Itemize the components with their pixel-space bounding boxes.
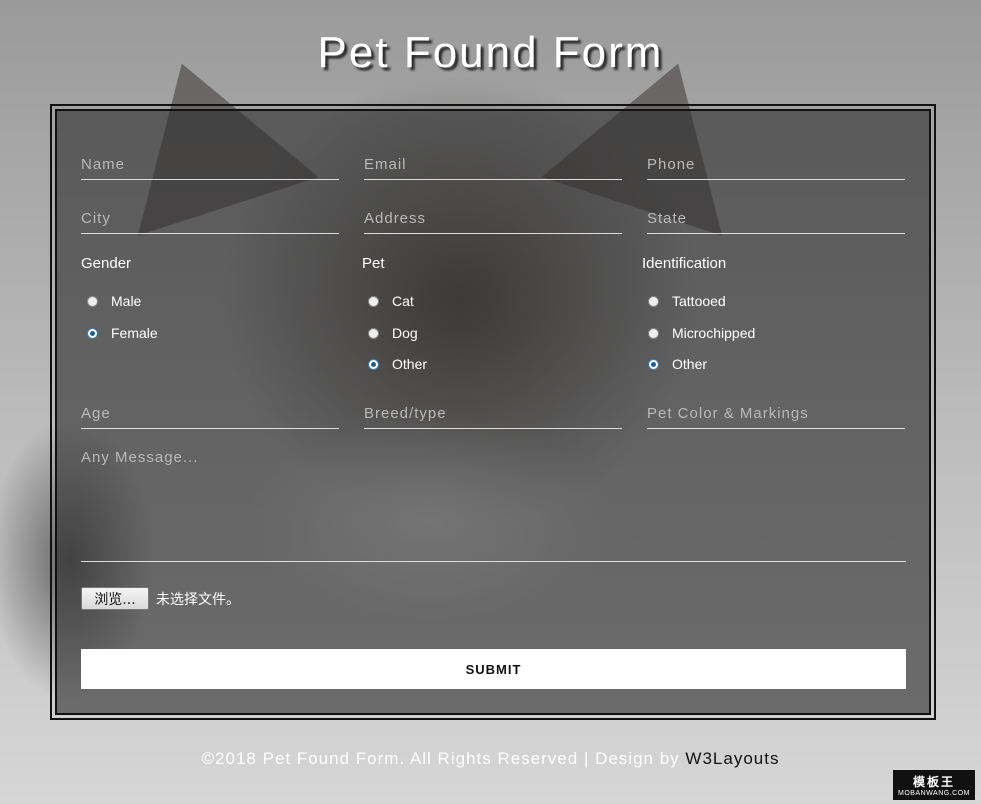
radio-label: Microchipped	[672, 325, 756, 341]
radio-label: Cat	[392, 293, 414, 309]
file-upload: 浏览... 未选择文件。	[81, 587, 240, 610]
color-field-wrap	[647, 398, 905, 429]
footer-link-w3layouts[interactable]: W3Layouts	[685, 749, 779, 768]
footer: ©2018 Pet Found Form. All Rights Reserve…	[0, 749, 981, 769]
breed-input[interactable]	[364, 398, 622, 428]
gender-option-female[interactable]: Female	[87, 325, 158, 341]
submit-button[interactable]: SUBMIT	[81, 649, 906, 689]
city-field-wrap	[81, 203, 339, 234]
radio-label: Other	[672, 356, 708, 372]
identification-option-microchipped[interactable]: Microchipped	[648, 325, 755, 341]
radio-label: Female	[111, 325, 158, 341]
address-input[interactable]	[364, 203, 622, 233]
gender-option-male[interactable]: Male	[87, 293, 141, 309]
watermark-logo: 模板王 MOBANWANG.COM	[893, 770, 975, 800]
gender-label: Gender	[81, 255, 132, 272]
name-field-wrap	[81, 149, 339, 180]
identification-option-other[interactable]: Other	[648, 356, 707, 372]
radio-button[interactable]	[368, 295, 379, 307]
message-field-wrap	[81, 449, 906, 562]
radio-button[interactable]	[87, 295, 98, 307]
email-field-wrap	[364, 149, 622, 180]
radio-button[interactable]	[648, 327, 659, 339]
page-title: Pet Found Form	[317, 28, 664, 77]
radio-button-checked[interactable]	[87, 327, 98, 339]
message-textarea[interactable]	[81, 449, 906, 561]
address-field-wrap	[364, 203, 622, 234]
email-input[interactable]	[364, 149, 622, 179]
footer-copyright: ©2018 Pet Found Form. All Rights Reserve…	[201, 749, 686, 768]
file-status-text: 未选择文件。	[156, 591, 240, 608]
radio-label: Dog	[392, 325, 418, 341]
radio-button[interactable]	[648, 295, 659, 307]
age-field-wrap	[81, 398, 339, 429]
pet-found-form: Gender Male Female Pet Cat Dog Other Ide…	[55, 109, 931, 715]
pet-option-other[interactable]: Other	[368, 356, 427, 372]
name-input[interactable]	[81, 149, 339, 179]
radio-label: Other	[392, 356, 428, 372]
pet-color-input[interactable]	[647, 398, 905, 428]
city-input[interactable]	[81, 203, 339, 233]
state-input[interactable]	[647, 203, 905, 233]
radio-label: Tattooed	[672, 293, 726, 309]
browse-file-button[interactable]: 浏览...	[81, 587, 149, 610]
state-field-wrap	[647, 203, 905, 234]
pet-option-cat[interactable]: Cat	[368, 293, 414, 309]
radio-button-checked[interactable]	[648, 358, 659, 370]
radio-button[interactable]	[368, 327, 379, 339]
watermark-text: 模板王	[912, 775, 955, 789]
phone-input[interactable]	[647, 149, 905, 179]
breed-field-wrap	[364, 398, 622, 429]
age-input[interactable]	[81, 398, 339, 428]
radio-button-checked[interactable]	[368, 358, 379, 370]
identification-label: Identification	[642, 255, 727, 272]
pet-label: Pet	[362, 255, 385, 272]
phone-field-wrap	[647, 149, 905, 180]
identification-option-tattooed[interactable]: Tattooed	[648, 293, 726, 309]
radio-label: Male	[111, 293, 142, 309]
pet-option-dog[interactable]: Dog	[368, 325, 418, 341]
form-frame: Gender Male Female Pet Cat Dog Other Ide…	[50, 104, 936, 720]
watermark-subtext: MOBANWANG.COM	[898, 790, 970, 797]
